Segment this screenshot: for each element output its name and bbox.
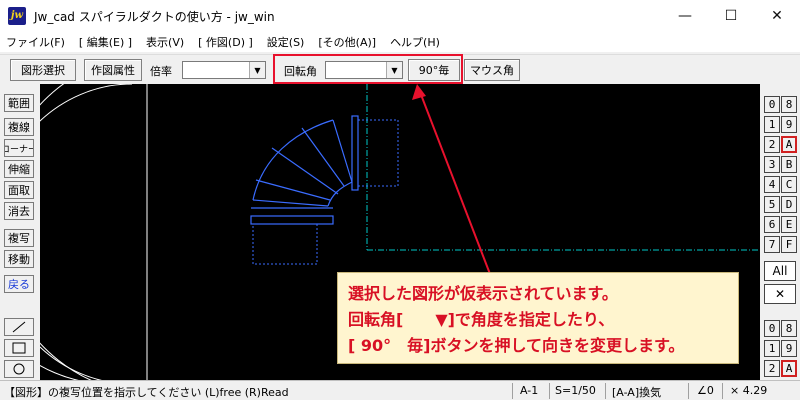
status-divider xyxy=(722,383,723,399)
status-scale[interactable]: S=1/50 xyxy=(555,384,596,397)
status-angle[interactable]: ∠0 xyxy=(697,384,714,397)
status-mode[interactable]: [A-A]換気 xyxy=(612,384,661,400)
status-divider xyxy=(605,383,606,399)
callout-line-2: 回転角[ ▼]で角度を指定したり、 xyxy=(348,310,615,329)
callout-line-1: 選択した図形が仮表示されています。 xyxy=(348,284,618,303)
status-divider xyxy=(688,383,689,399)
status-message: 【図形】の複写位置を指示してください (L)free (R)Read xyxy=(4,386,289,399)
status-divider xyxy=(549,383,550,399)
status-divider xyxy=(512,383,513,399)
arrow-head-icon xyxy=(412,84,426,100)
status-bar: 【図形】の複写位置を指示してください (L)free (R)Read A-1 S… xyxy=(0,380,800,400)
instruction-callout: 選択した図形が仮表示されています。 回転角[ ▼]で角度を指定したり、 [ 90… xyxy=(337,272,739,364)
callout-line-3: [ 90° 毎]ボタンを押して向きを変更します。 xyxy=(348,336,685,355)
status-layer: A-1 xyxy=(520,384,539,397)
arrow-line xyxy=(419,91,491,275)
status-ratio[interactable]: × 4.29 xyxy=(730,384,767,397)
